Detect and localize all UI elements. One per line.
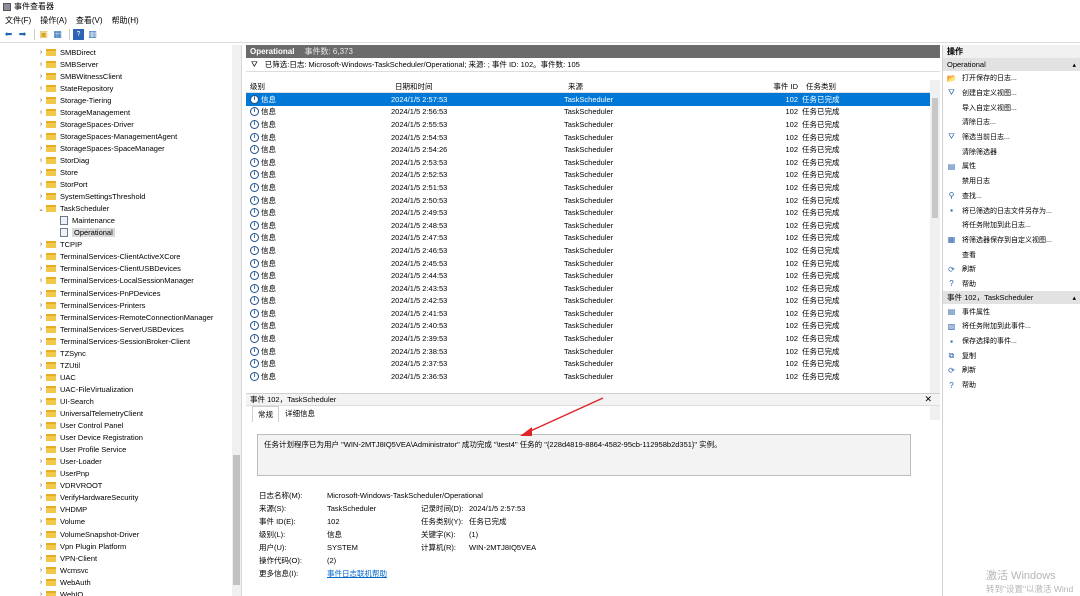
action-label: 刷新 (962, 266, 976, 274)
action-label: 清除筛选器 (962, 148, 997, 156)
collapse-icon[interactable]: ▴ (1072, 61, 1076, 69)
action-item[interactable]: 📂 打开保存的日志... (943, 71, 1080, 86)
action-label: 清除日志... (962, 119, 996, 127)
action-item[interactable]: ⚲ 查找... (943, 189, 1080, 204)
action-label: 帮助 (962, 280, 976, 288)
action-label: 创建自定义视图... (962, 90, 1017, 98)
save-icon: ▪ (950, 206, 953, 216)
action-label: 将任务附加到此事件... (962, 323, 1031, 331)
annotation-arrow-icon (520, 397, 604, 436)
action-item[interactable]: ⟳ 刷新 (943, 262, 1080, 277)
refresh-icon: ⟳ (948, 264, 955, 274)
attach-task-icon: ▧ (947, 321, 956, 331)
actions-list-log: 📂 打开保存的日志... ⛛ 创建自定义视图... 导入自定义视图... 清除日志... ⛛… (943, 71, 1080, 291)
action-label: 复制 (962, 352, 976, 360)
filter-icon: ⛛ (948, 132, 955, 142)
open-log-icon: 📂 (946, 73, 957, 83)
action-item[interactable]: ⧉ 复制 (943, 348, 1080, 363)
action-item[interactable]: 禁用日志 (943, 174, 1080, 189)
save-icon: ▪ (950, 336, 953, 346)
action-label: 将筛选器保存到自定义视图... (962, 236, 1052, 244)
action-item[interactable]: 清除筛选器 (943, 144, 1080, 159)
filter-create-icon: ⛛ (948, 88, 955, 98)
event-properties-icon: ▤ (947, 307, 956, 317)
help-icon: ? (949, 279, 954, 289)
action-item[interactable]: ? 帮助 (943, 378, 1080, 393)
action-item[interactable]: ⛛ 创建自定义视图... (943, 86, 1080, 101)
save-filter-icon: ▦ (947, 235, 956, 245)
watermark-line1: 激活 Windows (986, 570, 1056, 582)
action-label: 属性 (962, 163, 976, 171)
action-label: 查找... (962, 192, 982, 200)
activation-watermark: 激活 Windows 转到"设置"以激活 Wind (986, 570, 1073, 596)
action-item[interactable]: ? 帮助 (943, 277, 1080, 292)
help-icon: ? (949, 380, 954, 390)
actions-title: 操作 (943, 45, 1080, 58)
action-item[interactable]: ▪ 保存选择的事件... (943, 334, 1080, 349)
actions-list-event: ▤ 事件属性 ▧ 将任务附加到此事件... ▪ 保存选择的事件... ⧉ 复制 ⟳ 刷新? 帮助 (943, 304, 1080, 392)
properties-icon: ▤ (947, 161, 956, 171)
action-label: 打开保存的日志... (962, 75, 1017, 83)
section-title: 事件 102，TaskScheduler (947, 293, 1034, 303)
action-label: 筛选当前日志... (962, 134, 1010, 142)
action-item[interactable]: 将任务附加到此日志... (943, 218, 1080, 233)
action-label: 查看 (962, 251, 976, 259)
action-label: 保存选择的事件... (962, 338, 1017, 346)
action-label: 帮助 (962, 382, 976, 390)
actions-section-log[interactable]: Operational ▴ (943, 58, 1080, 71)
collapse-icon[interactable]: ▴ (1072, 294, 1076, 302)
action-label: 事件属性 (962, 308, 990, 316)
action-item[interactable]: 清除日志... (943, 115, 1080, 130)
action-item[interactable]: ⟳ 刷新 (943, 363, 1080, 378)
action-item[interactable]: ▪ 将已筛选的日志文件另存为... (943, 203, 1080, 218)
action-label: 禁用日志 (962, 178, 990, 186)
action-item[interactable]: ▧ 将任务附加到此事件... (943, 319, 1080, 334)
action-label: 刷新 (962, 367, 976, 375)
action-item[interactable]: 查看 (943, 247, 1080, 262)
action-item[interactable]: 导入自定义视图... (943, 100, 1080, 115)
copy-icon: ⧉ (948, 350, 955, 360)
action-item[interactable]: ▤ 属性 (943, 159, 1080, 174)
actions-section-event[interactable]: 事件 102，TaskScheduler ▴ (943, 291, 1080, 305)
action-label: 将已筛选的日志文件另存为... (962, 207, 1052, 215)
action-item[interactable]: ⛛ 筛选当前日志... (943, 130, 1080, 145)
action-label: 将任务附加到此日志... (962, 222, 1031, 230)
actions-pane: 操作 Operational ▴ 📂 打开保存的日志... ⛛ 创建自定义视图... 导… (942, 45, 1080, 596)
find-icon: ⚲ (948, 191, 955, 201)
section-title: Operational (947, 60, 986, 69)
watermark-line2: 转到"设置"以激活 Wind (986, 584, 1074, 594)
action-item[interactable]: ▦ 将筛选器保存到自定义视图... (943, 233, 1080, 248)
action-item[interactable]: ▤ 事件属性 (943, 304, 1080, 319)
action-label: 导入自定义视图... (962, 104, 1017, 112)
refresh-icon: ⟳ (948, 365, 955, 375)
